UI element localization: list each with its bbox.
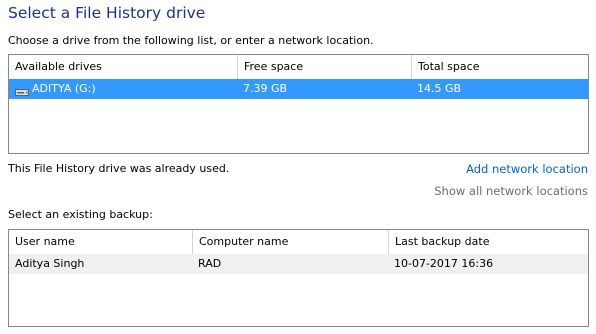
add-network-location-link[interactable]: Add network location: [466, 162, 588, 176]
backup-user-name: Aditya Singh: [15, 257, 85, 270]
column-header-last-backup-date[interactable]: Last backup date: [388, 230, 588, 254]
status-text: This File History drive was already used…: [8, 162, 230, 175]
drive-free-space: 7.39 GB: [243, 82, 288, 95]
column-header-user-name[interactable]: User name: [9, 230, 192, 254]
drive-row[interactable]: ADITYA (G:) 7.39 GB 14.5 GB: [9, 79, 588, 99]
page-title: Select a File History drive: [8, 4, 206, 22]
column-header-total-space[interactable]: Total space: [411, 55, 588, 79]
column-header-computer-name[interactable]: Computer name: [192, 230, 388, 254]
backup-last-date: 10-07-2017 16:36: [394, 257, 494, 270]
column-header-available-drives[interactable]: Available drives: [9, 55, 237, 79]
drives-list[interactable]: Available drives Free space Total space …: [8, 54, 589, 154]
drive-total-space: 14.5 GB: [417, 82, 462, 95]
backup-computer-name: RAD: [198, 257, 222, 270]
column-header-free-space[interactable]: Free space: [237, 55, 411, 79]
show-all-network-locations-link[interactable]: Show all network locations: [434, 184, 588, 198]
backups-list[interactable]: User name Computer name Last backup date…: [8, 229, 589, 327]
drive-name: ADITYA (G:): [32, 82, 96, 95]
backup-row[interactable]: Aditya Singh RAD 10-07-2017 16:36: [9, 254, 588, 274]
select-backup-label: Select an existing backup:: [8, 208, 153, 221]
instruction-text: Choose a drive from the following list, …: [8, 34, 374, 47]
drives-list-header: Available drives Free space Total space: [9, 55, 588, 79]
backups-list-header: User name Computer name Last backup date: [9, 230, 588, 254]
drive-icon: [15, 84, 29, 96]
